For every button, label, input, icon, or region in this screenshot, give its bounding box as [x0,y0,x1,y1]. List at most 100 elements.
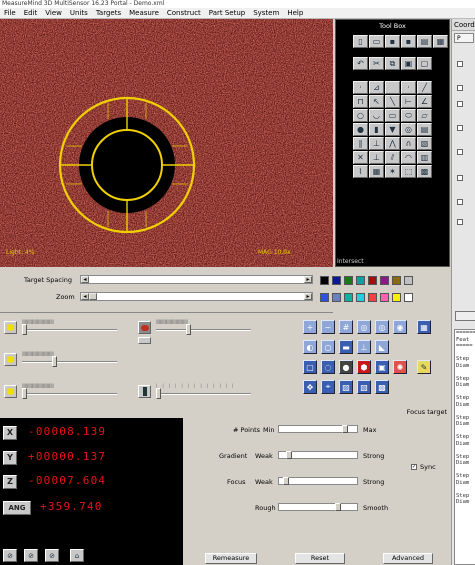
y-axis-button[interactable]: Y [3,451,17,465]
panel-tab[interactable]: P [454,33,474,43]
gradient-thumb[interactable] [286,451,292,459]
undo-icon[interactable]: ↶ [353,57,368,70]
color-swatch[interactable] [320,293,329,302]
intersect-tool-icon[interactable]: ✕ [353,151,368,164]
hatch-tool-icon[interactable]: ▧ [417,137,432,150]
circle-tool-icon[interactable]: ○ [353,109,368,122]
zero-x-icon[interactable]: ⊘ [3,549,17,562]
backlight-slider[interactable] [22,329,117,331]
gradient-slider[interactable] [278,451,358,459]
reset-button[interactable]: Reset [295,553,345,564]
box-tool-icon[interactable]: ▬ [339,340,353,354]
coaxial-thumb[interactable] [22,388,27,399]
cut-icon[interactable]: ✂ [369,57,384,70]
ringlight-thumb[interactable] [52,356,57,367]
menu-view[interactable]: View [41,8,66,19]
panel-checkbox[interactable] [457,149,463,155]
x-axis-button[interactable]: X [3,426,17,440]
color-swatch[interactable] [404,293,413,302]
focus-thumb[interactable] [283,477,289,485]
remeasure-button[interactable]: Remeasure [205,553,257,564]
move-tool-icon[interactable]: ✥ [303,380,317,394]
panorama-tool-icon[interactable]: ▩ [375,380,389,394]
points-thumb[interactable] [342,425,348,433]
color-swatch[interactable] [320,276,329,285]
plane-tool-icon[interactable]: ▱ [417,109,432,122]
offset-tool-icon[interactable]: ⊥ [369,151,384,164]
edge-tool-icon[interactable]: ◐ [303,340,317,354]
arc-target-icon[interactable]: ◌ [321,360,335,374]
grid-tool-icon[interactable]: # [339,320,353,334]
diagonal-tool-icon[interactable]: ╲ [385,95,400,108]
panel-button[interactable] [455,311,475,321]
circle-edge-icon[interactable]: ○ [321,340,335,354]
distance-tool-icon[interactable]: ⊢ [401,95,416,108]
probe-tool-icon[interactable]: ⊓ [353,95,368,108]
zero-y-icon[interactable]: ⊘ [24,549,38,562]
link-tool-icon[interactable]: ⌇ [353,165,368,178]
menu-file[interactable]: File [0,8,20,19]
segment-all-button[interactable] [138,337,151,344]
backlight-thumb[interactable] [22,324,27,335]
menu-system[interactable]: System [249,8,283,19]
circle-target-icon[interactable]: ◉ [393,320,407,334]
target-tool-icon[interactable]: ◎ [357,320,371,334]
laser-thumb[interactable] [156,388,161,399]
panel-checkbox[interactable] [457,101,463,107]
focus-slider[interactable] [278,477,358,485]
advanced-button[interactable]: Advanced [383,553,433,564]
home-icon[interactable]: ⌂ [70,549,84,562]
angle-axis-button[interactable]: ANG [3,501,31,515]
square-target-icon[interactable]: ▢ [303,360,317,374]
menu-part-setup[interactable]: Part Setup [205,8,249,19]
menu-measure[interactable]: Measure [125,8,163,19]
point-tool-icon[interactable]: · [353,81,368,94]
clipboard-icon[interactable]: ▢ [417,57,432,70]
coaxial-light-icon[interactable] [4,385,17,398]
stop-icon[interactable]: ⬢ [357,360,371,374]
color-swatch[interactable] [392,276,401,285]
panel-checkbox[interactable] [457,125,463,131]
perpendicular-tool-icon[interactable]: ⊥ [369,137,384,150]
line-tool-icon[interactable]: ╱ [417,81,432,94]
new-icon[interactable]: ▯ [353,35,368,48]
align-tool-icon[interactable]: ⬚ [401,165,416,178]
points-slider[interactable] [278,425,358,433]
surface-tool-icon[interactable]: ▤ [417,123,432,136]
coaxial-slider[interactable] [22,393,117,395]
curve-tool-icon[interactable]: ∩ [401,137,416,150]
picture-tool-icon[interactable]: ▧ [357,380,371,394]
slider-right-arrow[interactable]: ▸ [304,276,312,283]
color-swatch[interactable] [344,293,353,302]
gap-tool-icon[interactable]: ▥ [417,151,432,164]
save-as-icon[interactable]: ▪ [401,35,416,48]
grid-tool-icon[interactable]: ▦ [369,165,384,178]
slider-right-arrow[interactable]: ▸ [304,293,312,300]
laser-icon[interactable] [138,385,151,398]
menu-units[interactable]: Units [66,8,92,19]
sync-checkbox[interactable]: ✓ [411,464,417,470]
color-swatch[interactable] [380,276,389,285]
color-swatch[interactable] [368,276,377,285]
copy-icon[interactable]: ⧉ [385,57,400,70]
ring-tool-icon[interactable]: ◎ [375,320,389,334]
backlight-icon[interactable] [4,321,17,334]
color-swatch[interactable] [356,293,365,302]
crosshair-tool-icon[interactable]: + [303,320,317,334]
menu-help[interactable]: Help [283,8,307,19]
torus-tool-icon[interactable]: ◎ [401,123,416,136]
mirror-tool-icon[interactable]: ⫽ [385,151,400,164]
layer-tool-icon[interactable]: ▩ [417,165,432,178]
ringlight-slider[interactable] [22,361,117,363]
center-tool-icon[interactable]: ⌖ [321,380,335,394]
arc-tool-icon[interactable]: ◡ [369,109,384,122]
rough-slider[interactable] [278,503,358,511]
blob-tool-icon[interactable]: ● [339,360,353,374]
camera-view[interactable]: Light: 4% MAG 10.0x [0,19,333,267]
zoom-thumb[interactable] [89,293,97,300]
menu-construct[interactable]: Construct [163,8,205,19]
wave-tool-icon[interactable]: ~ [321,320,335,334]
color-swatch[interactable] [404,276,413,285]
dot-tool-icon[interactable]: · [401,81,416,94]
z-axis-button[interactable]: Z [3,475,17,489]
